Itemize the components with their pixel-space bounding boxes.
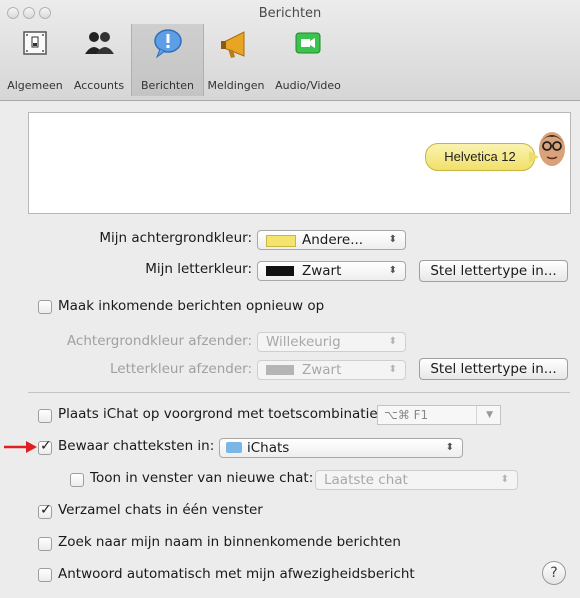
folder-entry: iChats (226, 439, 289, 457)
updown-arrows-icon: ⬍ (388, 336, 397, 347)
background-color-value: Andere... (302, 232, 364, 248)
preferences-window: Berichten Algemeen Accounts Berichten Me… (0, 0, 580, 598)
reformat-label: Maak inkomende berichten opnieuw op (58, 298, 325, 314)
foreground-checkbox[interactable] (38, 409, 52, 423)
tab-berichten-label: Berichten (141, 79, 194, 92)
sender-background-label: Achtergrondkleur afzender: (66, 333, 252, 349)
sender-set-font-button[interactable]: Stel lettertype in... (419, 358, 568, 380)
font-color-label: Mijn letterkleur: (145, 261, 252, 277)
font-color-swatch (266, 266, 294, 276)
search-name-label: Zoek naar mijn naam in binnenkomende ber… (58, 534, 401, 550)
sender-font-swatch (266, 365, 294, 375)
checkmark-icon: ✓ (40, 502, 52, 518)
tab-accounts-label: Accounts (73, 79, 125, 92)
message-preview: Helvetica 12 (28, 112, 571, 214)
help-button[interactable]: ? (542, 561, 566, 585)
collect-chats-label: Verzamel chats in één venster (58, 502, 263, 518)
window-title: Berichten (258, 6, 322, 21)
updown-arrows-icon: ⬍ (445, 442, 454, 453)
font-color-value: Zwart (302, 263, 342, 279)
shortcut-value: ⌥⌘ F1 (384, 408, 429, 422)
folder-icon (226, 442, 242, 453)
shortcut-divider (476, 406, 477, 424)
background-color-swatch (266, 235, 296, 247)
annotation-arrow-icon (4, 441, 37, 453)
save-transcripts-checkbox[interactable]: ✓ (38, 438, 52, 455)
checkmark-icon: ✓ (40, 438, 52, 454)
sender-font-value: Zwart (302, 362, 342, 378)
set-font-button[interactable]: Stel lettertype in... (419, 260, 568, 282)
updown-arrows-icon: ⬍ (388, 364, 397, 375)
sender-font-label: Letterkleur afzender: (109, 361, 252, 377)
show-in-new-chat-label: Toon in venster van nieuwe chat: (90, 470, 314, 486)
preview-bubble: Helvetica 12 (425, 143, 535, 171)
tab-audio-video[interactable]: Audio/Video (270, 24, 346, 96)
show-in-new-chat-popup[interactable]: Laatste chat ⬍ (315, 470, 518, 490)
transcripts-folder-popup[interactable]: iChats ⬍ (219, 438, 463, 458)
switch-icon (23, 31, 47, 55)
tab-audio-video-label: Audio/Video (275, 79, 341, 92)
tab-meldingen[interactable]: Meldingen (204, 24, 268, 96)
updown-arrows-icon: ⬍ (388, 265, 397, 276)
background-color-popup[interactable]: Andere... ⬍ (257, 230, 406, 250)
auto-reply-checkbox[interactable] (38, 568, 52, 582)
tab-berichten[interactable]: Berichten (131, 24, 204, 96)
search-name-checkbox[interactable] (38, 537, 52, 551)
section-separator (28, 392, 570, 393)
shortcut-field[interactable]: ⌥⌘ F1 ▼ (377, 405, 501, 425)
show-in-new-chat-checkbox[interactable] (70, 473, 84, 487)
transcripts-folder-value: iChats (247, 440, 290, 456)
show-in-new-chat-value: Laatste chat (324, 472, 408, 488)
auto-reply-label: Antwoord automatisch met mijn afwezighei… (58, 566, 415, 582)
collect-chats-checkbox[interactable]: ✓ (38, 502, 52, 519)
updown-arrows-icon: ⬍ (388, 234, 397, 245)
tab-accounts[interactable]: Accounts (68, 24, 130, 96)
foreground-label: Plaats iChat op voorgrond met toetscombi… (58, 406, 383, 422)
sender-font-popup[interactable]: Zwart ⬍ (257, 360, 406, 380)
updown-arrows-icon: ⬍ (500, 474, 509, 485)
save-transcripts-label: Bewaar chatteksten in: (58, 438, 215, 454)
chevron-down-icon: ▼ (486, 410, 493, 420)
tab-meldingen-label: Meldingen (207, 79, 265, 92)
tab-algemeen-label: Algemeen (7, 79, 63, 92)
background-color-label: Mijn achtergrondkleur: (99, 230, 252, 246)
font-color-popup[interactable]: Zwart ⬍ (257, 261, 406, 281)
sender-background-popup[interactable]: Willekeurig ⬍ (257, 332, 406, 352)
people-icon (85, 32, 114, 54)
reformat-checkbox[interactable] (38, 300, 52, 314)
tab-algemeen[interactable]: Algemeen (2, 24, 68, 96)
video-camera-icon (295, 32, 321, 54)
megaphone-icon (221, 31, 245, 58)
sender-background-value: Willekeurig (266, 334, 341, 350)
avatar (539, 132, 565, 166)
toolbar-area: Berichten Algemeen Accounts Berichten Me… (0, 0, 580, 101)
speech-bubble-icon (153, 29, 182, 59)
